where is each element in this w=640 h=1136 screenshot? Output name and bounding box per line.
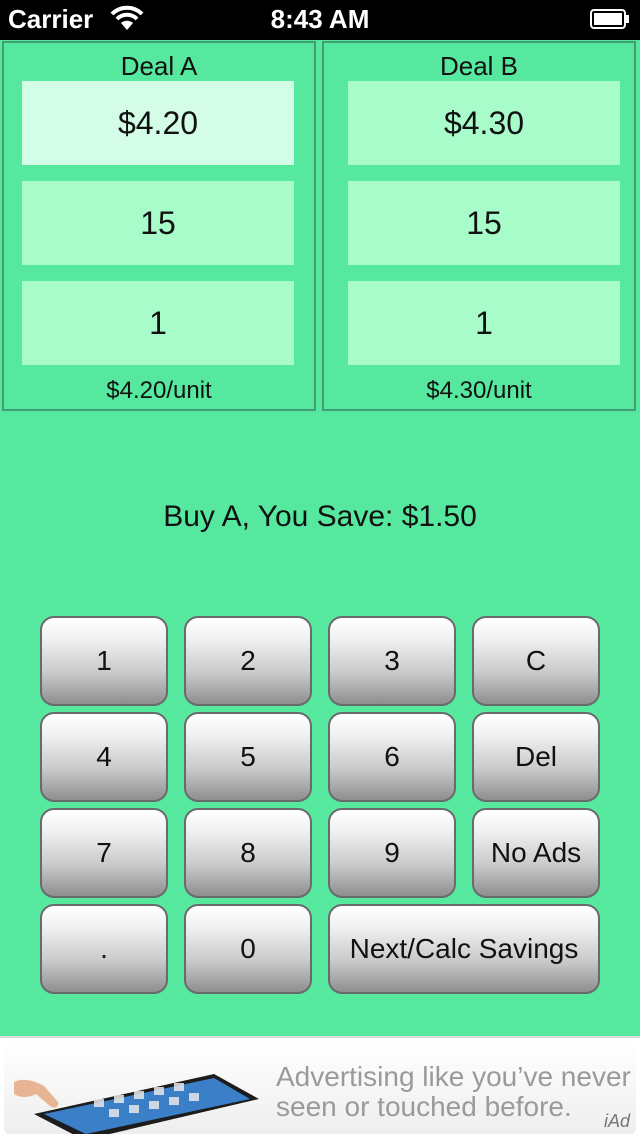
deal-a-title: Deal A [120, 51, 198, 81]
deal-a-unit-price: $4.20/unit [106, 377, 212, 404]
key-4-button[interactable]: 4 [40, 712, 168, 802]
deal-b-quantity-field[interactable]: 15 [348, 181, 620, 265]
key-1-button[interactable]: 1 [40, 616, 168, 706]
key-0-button[interactable]: 0 [184, 904, 312, 994]
deal-a-quantity-field[interactable]: 15 [22, 181, 294, 265]
next-calc-savings-button[interactable]: Next/Calc Savings [328, 904, 600, 994]
ad-text: Advertising like you’ve never seen or to… [276, 1061, 631, 1122]
deal-b-panel: Deal B $4.30 15 1 $4.30/unit [322, 41, 636, 411]
deal-a-units-field[interactable]: 1 [22, 281, 294, 365]
ad-banner-inner: Advertising like you’ve never seen or to… [4, 1042, 636, 1134]
iad-logo: iAd [603, 1111, 630, 1131]
delete-button[interactable]: Del [472, 712, 600, 802]
deal-b-title: Deal B [439, 51, 519, 81]
ad-banner[interactable]: Advertising like you’ve never seen or to… [0, 1036, 640, 1136]
decimal-point-button[interactable]: . [40, 904, 168, 994]
deal-b-price-field[interactable]: $4.30 [348, 81, 620, 165]
key-7-button[interactable]: 7 [40, 808, 168, 898]
key-5-button[interactable]: 5 [184, 712, 312, 802]
battery-icon [590, 9, 629, 29]
clear-button[interactable]: C [472, 616, 600, 706]
key-8-button[interactable]: 8 [184, 808, 312, 898]
no-ads-button[interactable]: No Ads [472, 808, 600, 898]
tablet-image [14, 1074, 259, 1134]
status-bar: Carrier 8:43 AM [0, 0, 640, 40]
key-3-button[interactable]: 3 [328, 616, 456, 706]
key-6-button[interactable]: 6 [328, 712, 456, 802]
savings-result: Buy A, You Save: $1.50 [163, 500, 477, 533]
key-9-button[interactable]: 9 [328, 808, 456, 898]
key-2-button[interactable]: 2 [184, 616, 312, 706]
deal-a-panel: Deal A $4.20 15 1 $4.20/unit [2, 41, 316, 411]
deal-a-price-field[interactable]: $4.20 [22, 81, 294, 165]
deal-b-unit-price: $4.30/unit [426, 377, 532, 404]
status-time: 8:43 AM [270, 4, 370, 34]
deal-b-units-field[interactable]: 1 [348, 281, 620, 365]
